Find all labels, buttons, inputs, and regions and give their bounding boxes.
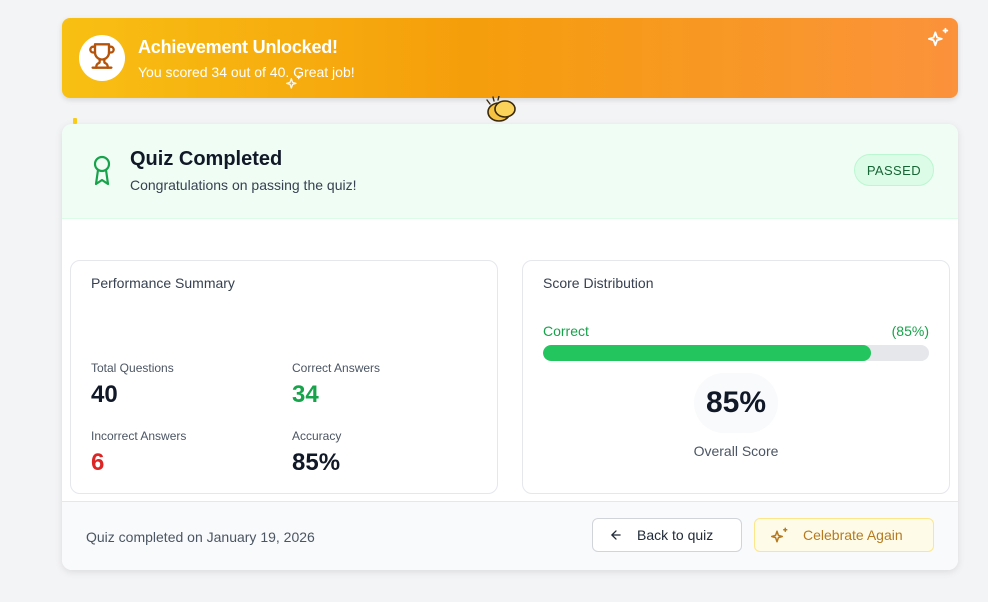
overall-score-value: 85% xyxy=(694,373,778,433)
score-distribution-panel: Score Distribution Correct (85%) 85% Ove… xyxy=(522,260,950,494)
banner-title: Achievement Unlocked! xyxy=(138,37,338,57)
sparkles-icon xyxy=(286,74,302,95)
stat-label-incorrect-answers: Incorrect Answers xyxy=(91,429,187,443)
stat-label-accuracy: Accuracy xyxy=(292,429,342,443)
overall-score-label: Overall Score xyxy=(693,443,779,459)
clapping-hands-icon xyxy=(484,96,518,124)
panel-title: Performance Summary xyxy=(91,275,235,291)
back-button-label: Back to quiz xyxy=(637,527,714,543)
achievement-banner: Achievement Unlocked! You scored 34 out … xyxy=(62,18,958,98)
banner-message: You scored 34 out of 40. Great job! xyxy=(138,64,355,80)
award-icon xyxy=(90,154,114,191)
trophy-badge xyxy=(79,35,125,81)
back-to-quiz-button[interactable]: Back to quiz xyxy=(592,518,742,552)
card-header: Quiz Completed Congratulations on passin… xyxy=(62,124,958,219)
trophy-icon xyxy=(88,42,116,75)
bar-percent: (85%) xyxy=(891,323,929,339)
page-subtitle: Congratulations on passing the quiz! xyxy=(130,177,357,193)
sparkles-icon xyxy=(771,526,789,544)
confetti-piece xyxy=(73,118,77,124)
page-title: Quiz Completed xyxy=(130,148,283,170)
progress-bar xyxy=(543,345,929,361)
arrow-left-icon xyxy=(609,528,623,542)
celebrate-again-button[interactable]: Celebrate Again xyxy=(754,518,934,552)
stat-value-incorrect-answers: 6 xyxy=(91,449,105,476)
stat-value-total-questions: 40 xyxy=(91,381,118,408)
quiz-result-card: Quiz Completed Congratulations on passin… xyxy=(62,124,958,570)
performance-summary-panel: Performance Summary Total Questions 40 C… xyxy=(70,260,498,494)
stat-value-accuracy: 85% xyxy=(292,449,341,476)
completed-date-text: Quiz completed on January 19, 2026 xyxy=(86,529,315,545)
card-footer: Quiz completed on January 19, 2026 Back … xyxy=(62,501,958,570)
panel-title: Score Distribution xyxy=(543,275,654,291)
stat-label-correct-answers: Correct Answers xyxy=(292,361,381,375)
stat-label-total-questions: Total Questions xyxy=(91,361,174,375)
bar-label: Correct xyxy=(543,323,589,339)
status-badge: PASSED xyxy=(853,154,934,186)
celebrate-button-label: Celebrate Again xyxy=(803,527,903,543)
stat-value-correct-answers: 34 xyxy=(292,381,319,408)
sparkles-icon xyxy=(928,26,950,53)
progress-bar-fill xyxy=(543,345,872,361)
